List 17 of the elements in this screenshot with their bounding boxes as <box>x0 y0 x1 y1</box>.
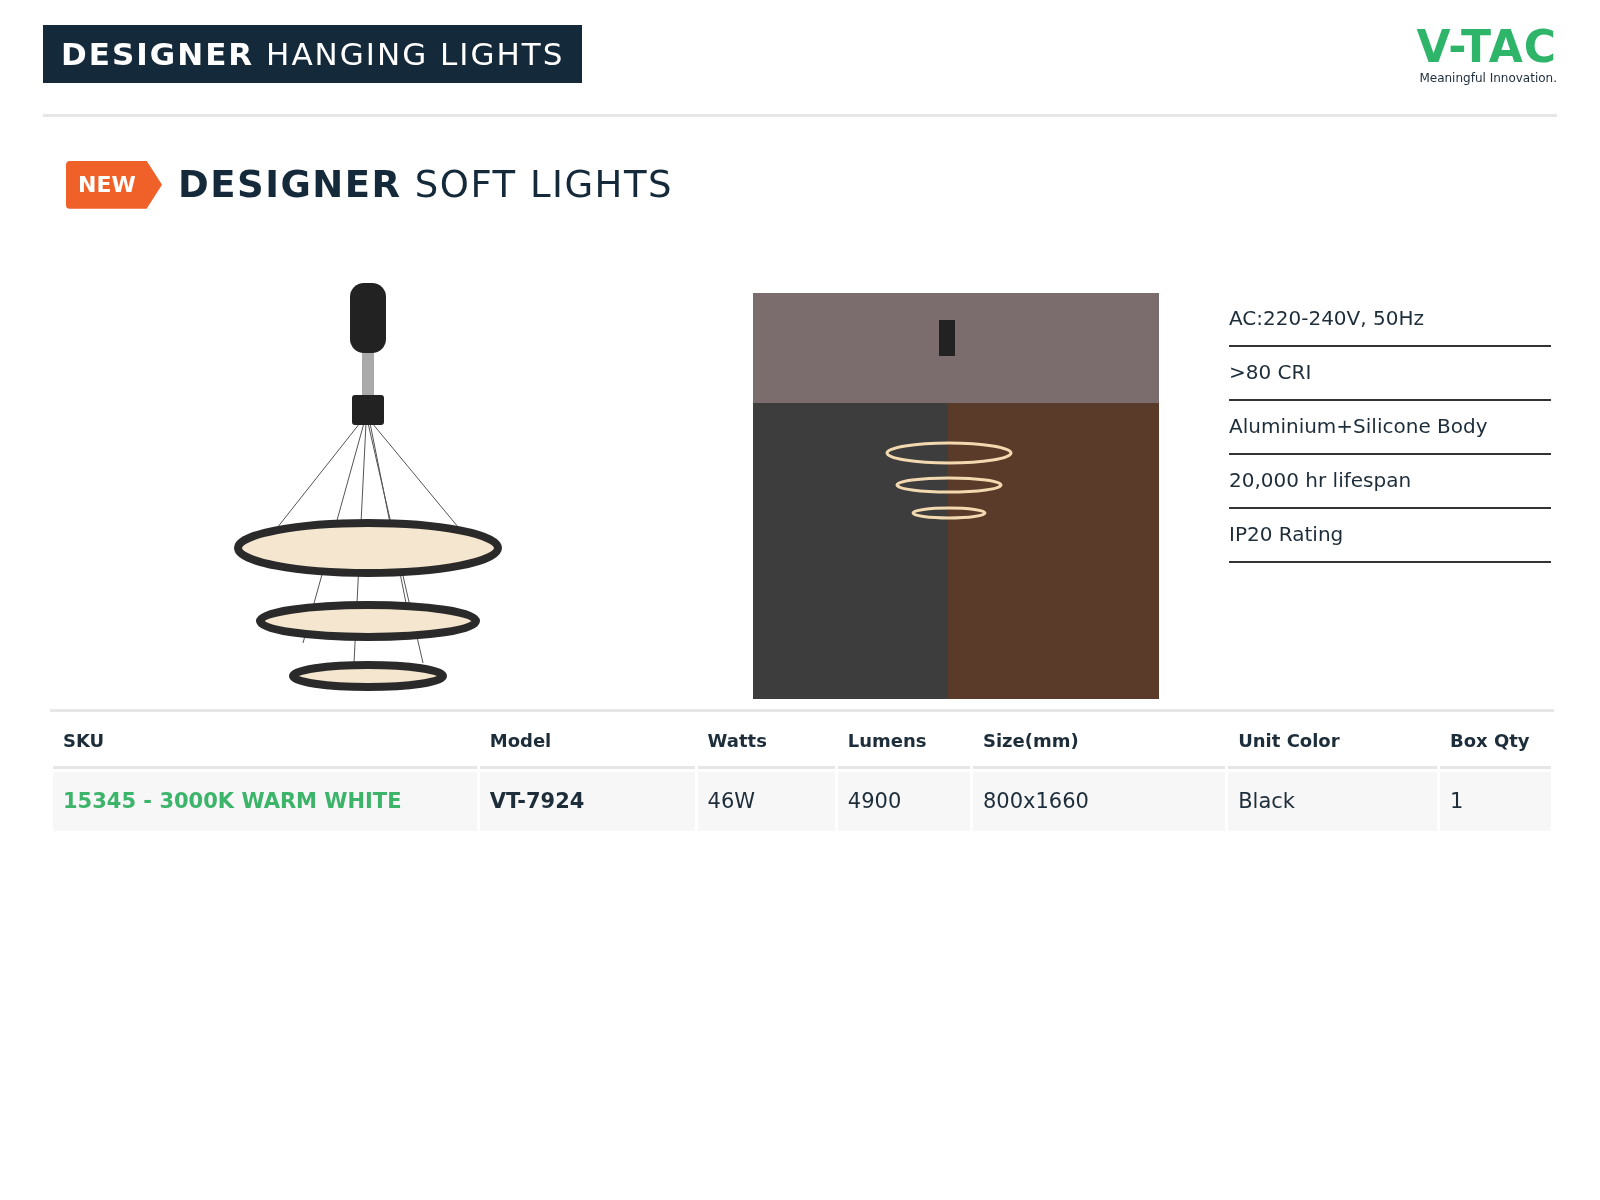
table-cell: 46W <box>697 771 835 831</box>
section-title: DESIGNER SOFT LIGHTS <box>178 162 673 208</box>
brand-logo: V-TAC <box>1416 25 1557 69</box>
table-cell: 1 <box>1440 771 1551 831</box>
spec-item: >80 CRI <box>1229 346 1551 401</box>
table-cell: 800x1660 <box>972 771 1226 831</box>
table-cell: 15345 - 3000K WARM WHITE <box>53 771 477 831</box>
logo-tagline: Meaningful Innovation. <box>1419 70 1557 87</box>
new-badge: NEW <box>66 160 162 209</box>
table-cell: VT-7924 <box>479 771 695 831</box>
table-cell: Black <box>1228 771 1437 831</box>
spec-item: Aluminium+Silicone Body <box>1229 400 1551 455</box>
table-cell: 4900 <box>837 771 970 831</box>
page-title: DESIGNER HANGING LIGHTS <box>43 25 583 83</box>
spec-item: 20,000 hr lifespan <box>1229 454 1551 509</box>
spec-item: IP20 Rating <box>1229 508 1551 563</box>
spec-item: AC:220-240V, 50Hz <box>1229 292 1551 347</box>
